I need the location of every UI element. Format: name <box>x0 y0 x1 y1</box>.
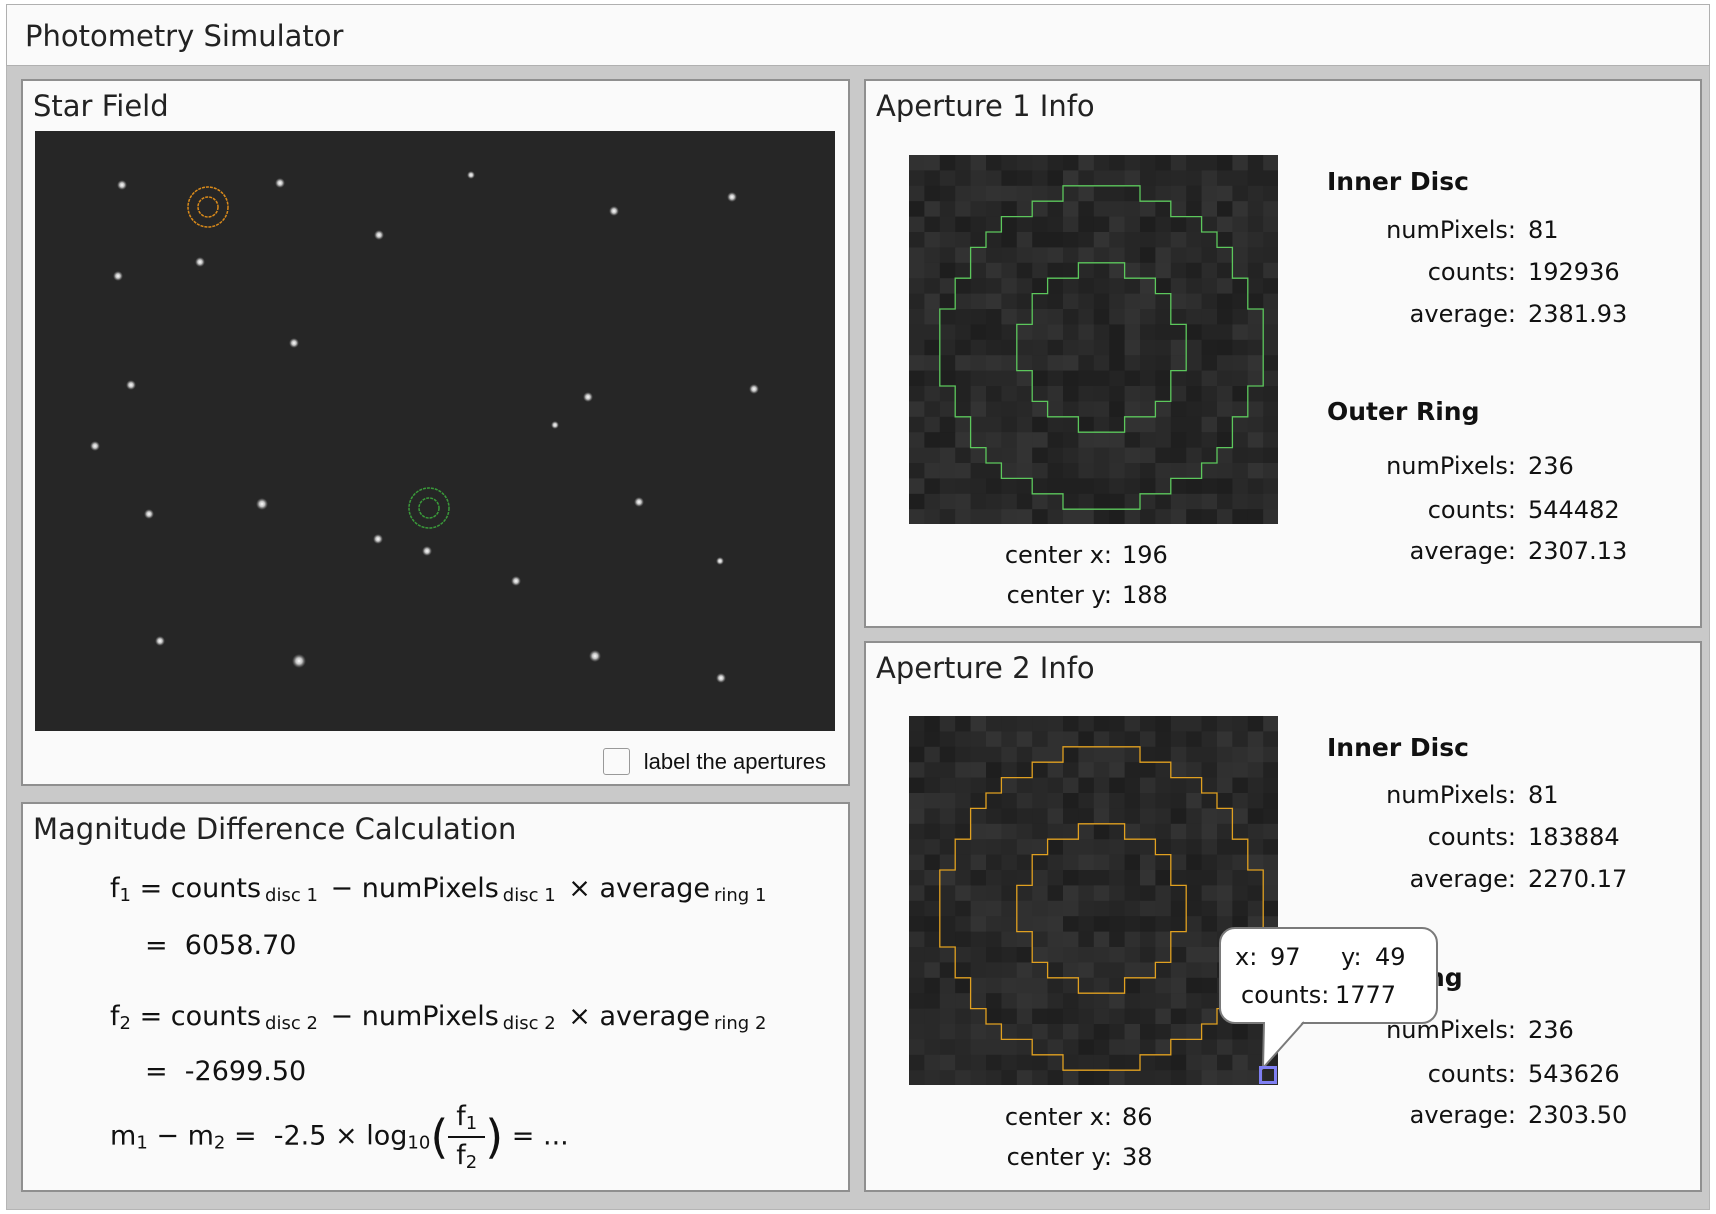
f2-value: -2699.50 <box>184 1056 307 1087</box>
calculation-title: Magnitude Difference Calculation <box>33 812 517 846</box>
aperture-1-inner-disc-heading: Inner Disc <box>1327 167 1469 196</box>
star <box>113 271 123 281</box>
inner-disc-average: 2381.93 <box>1528 300 1628 328</box>
outer-ring-counts-label: counts: <box>1427 496 1516 524</box>
star <box>716 673 726 683</box>
tooltip-counts: 1777 <box>1335 981 1397 1009</box>
aperture-2-center-x-label: center x: <box>1004 1103 1112 1131</box>
tooltip-y-label: y: <box>1341 943 1362 971</box>
aperture-2-zoom-view[interactable] <box>909 716 1278 1085</box>
aperture-1-center-y-label: center y: <box>1006 581 1112 609</box>
aperture-1-zoom-view[interactable] <box>909 155 1278 524</box>
aperture-2-center-y: 38 <box>1122 1143 1153 1171</box>
star <box>275 178 285 188</box>
star <box>583 392 593 402</box>
outer-ring-counts: 543626 <box>1528 1060 1620 1088</box>
star <box>422 546 432 556</box>
star-field-title: Star Field <box>33 89 169 123</box>
star-field-image[interactable] <box>35 131 835 731</box>
star <box>292 654 306 668</box>
star <box>716 557 724 565</box>
magnitude-calculation-panel: Magnitude Difference Calculation f1 = co… <box>21 802 850 1192</box>
f1-value: 6058.70 <box>184 930 297 961</box>
inner-disc-counts-label: counts: <box>1427 258 1516 286</box>
inner-disc-numpixels-label: numPixels: <box>1386 216 1516 244</box>
star <box>144 509 154 519</box>
aperture-2-center-y-label: center y: <box>1006 1143 1112 1171</box>
f1-equation: f1 = counts disc 1 − numPixels disc 1 × av… <box>110 873 767 906</box>
pixel-cursor <box>1259 1066 1277 1084</box>
aperture-2-title: Aperture 2 Info <box>876 651 1095 685</box>
inner-disc-numpixels: 81 <box>1528 216 1559 244</box>
aperture-2-info-panel: Aperture 2 Info center x: 86 center y: 3… <box>864 641 1702 1192</box>
star-field-panel: Star Field label the apertures <box>21 79 850 786</box>
aperture-1-center-y: 188 <box>1122 581 1168 609</box>
star <box>551 421 559 429</box>
star <box>634 497 644 507</box>
star <box>609 206 619 216</box>
aperture-1-pixel-grid[interactable] <box>909 155 1278 524</box>
inner-disc-counts: 183884 <box>1528 823 1620 851</box>
inner-disc-counts-label: counts: <box>1427 823 1516 851</box>
star <box>373 534 383 544</box>
inner-disc-counts: 192936 <box>1528 258 1620 286</box>
aperture-2-pixel-grid[interactable] <box>909 716 1278 1085</box>
outer-ring-counts: 544482 <box>1528 496 1620 524</box>
star <box>727 192 737 202</box>
aperture-2-inner-disc-heading: Inner Disc <box>1327 733 1469 762</box>
checkbox-label: label the apertures <box>643 748 826 774</box>
star <box>467 171 475 179</box>
f1-result: = 6058.70 <box>145 930 297 961</box>
outer-ring-counts-label: counts: <box>1427 1060 1516 1088</box>
star <box>289 338 299 348</box>
star <box>589 650 601 662</box>
star <box>256 498 268 510</box>
outer-ring-numpixels: 236 <box>1528 452 1574 480</box>
inner-disc-average: 2270.17 <box>1528 865 1628 893</box>
aperture-1-center-x-label: center x: <box>1004 541 1112 569</box>
outer-ring-numpixels: 236 <box>1528 1016 1574 1044</box>
aperture-1-title: Aperture 1 Info <box>876 89 1095 123</box>
outer-ring-numpixels-label: numPixels: <box>1386 452 1516 480</box>
magnitude-equation: m1 − m2 = -2.5 × log10(f1 f2) = ... <box>110 1101 569 1173</box>
star <box>195 257 205 267</box>
outer-ring-average-label: average: <box>1409 537 1516 565</box>
label-apertures-checkbox[interactable]: label the apertures <box>602 748 826 775</box>
aperture-2-center-x: 86 <box>1122 1103 1153 1131</box>
outer-ring-average: 2303.50 <box>1528 1101 1628 1129</box>
tooltip-x-label: x: <box>1235 943 1258 971</box>
inner-disc-average-label: average: <box>1409 865 1516 893</box>
outer-ring-average: 2307.13 <box>1528 537 1628 565</box>
star <box>155 636 165 646</box>
star <box>374 230 384 240</box>
pixel-tooltip: x: 97 y: 49 counts: 1777 <box>1219 927 1438 1024</box>
tooltip-pointer <box>1261 1020 1305 1070</box>
title-bar: Photometry Simulator <box>6 4 1710 66</box>
aperture-1-outer-ring-heading: Outer Ring <box>1327 397 1480 426</box>
outer-ring-average-label: average: <box>1409 1101 1516 1129</box>
tooltip-counts-label: counts: <box>1241 981 1330 1009</box>
star <box>511 576 521 586</box>
inner-disc-average-label: average: <box>1409 300 1516 328</box>
star-field-canvas[interactable] <box>35 131 835 731</box>
magnitude-result: ... <box>543 1120 569 1152</box>
checkbox-box[interactable] <box>602 748 630 775</box>
app-title: Photometry Simulator <box>25 19 344 53</box>
tooltip-x: 97 <box>1270 943 1301 971</box>
f2-result: = -2699.50 <box>145 1056 307 1087</box>
inner-disc-numpixels-label: numPixels: <box>1386 781 1516 809</box>
star <box>126 380 136 390</box>
flux-ratio: f1 f2 <box>448 1101 486 1173</box>
f2-equation: f2 = counts disc 2 − numPixels disc 2 × av… <box>110 1001 767 1034</box>
star <box>749 384 759 394</box>
star <box>90 441 100 451</box>
aperture-1-center-x: 196 <box>1122 541 1168 569</box>
star <box>117 180 127 190</box>
aperture-1-info-panel: Aperture 1 Info center x: 196 center y: … <box>864 79 1702 628</box>
tooltip-y: 49 <box>1375 943 1406 971</box>
inner-disc-numpixels: 81 <box>1528 781 1559 809</box>
